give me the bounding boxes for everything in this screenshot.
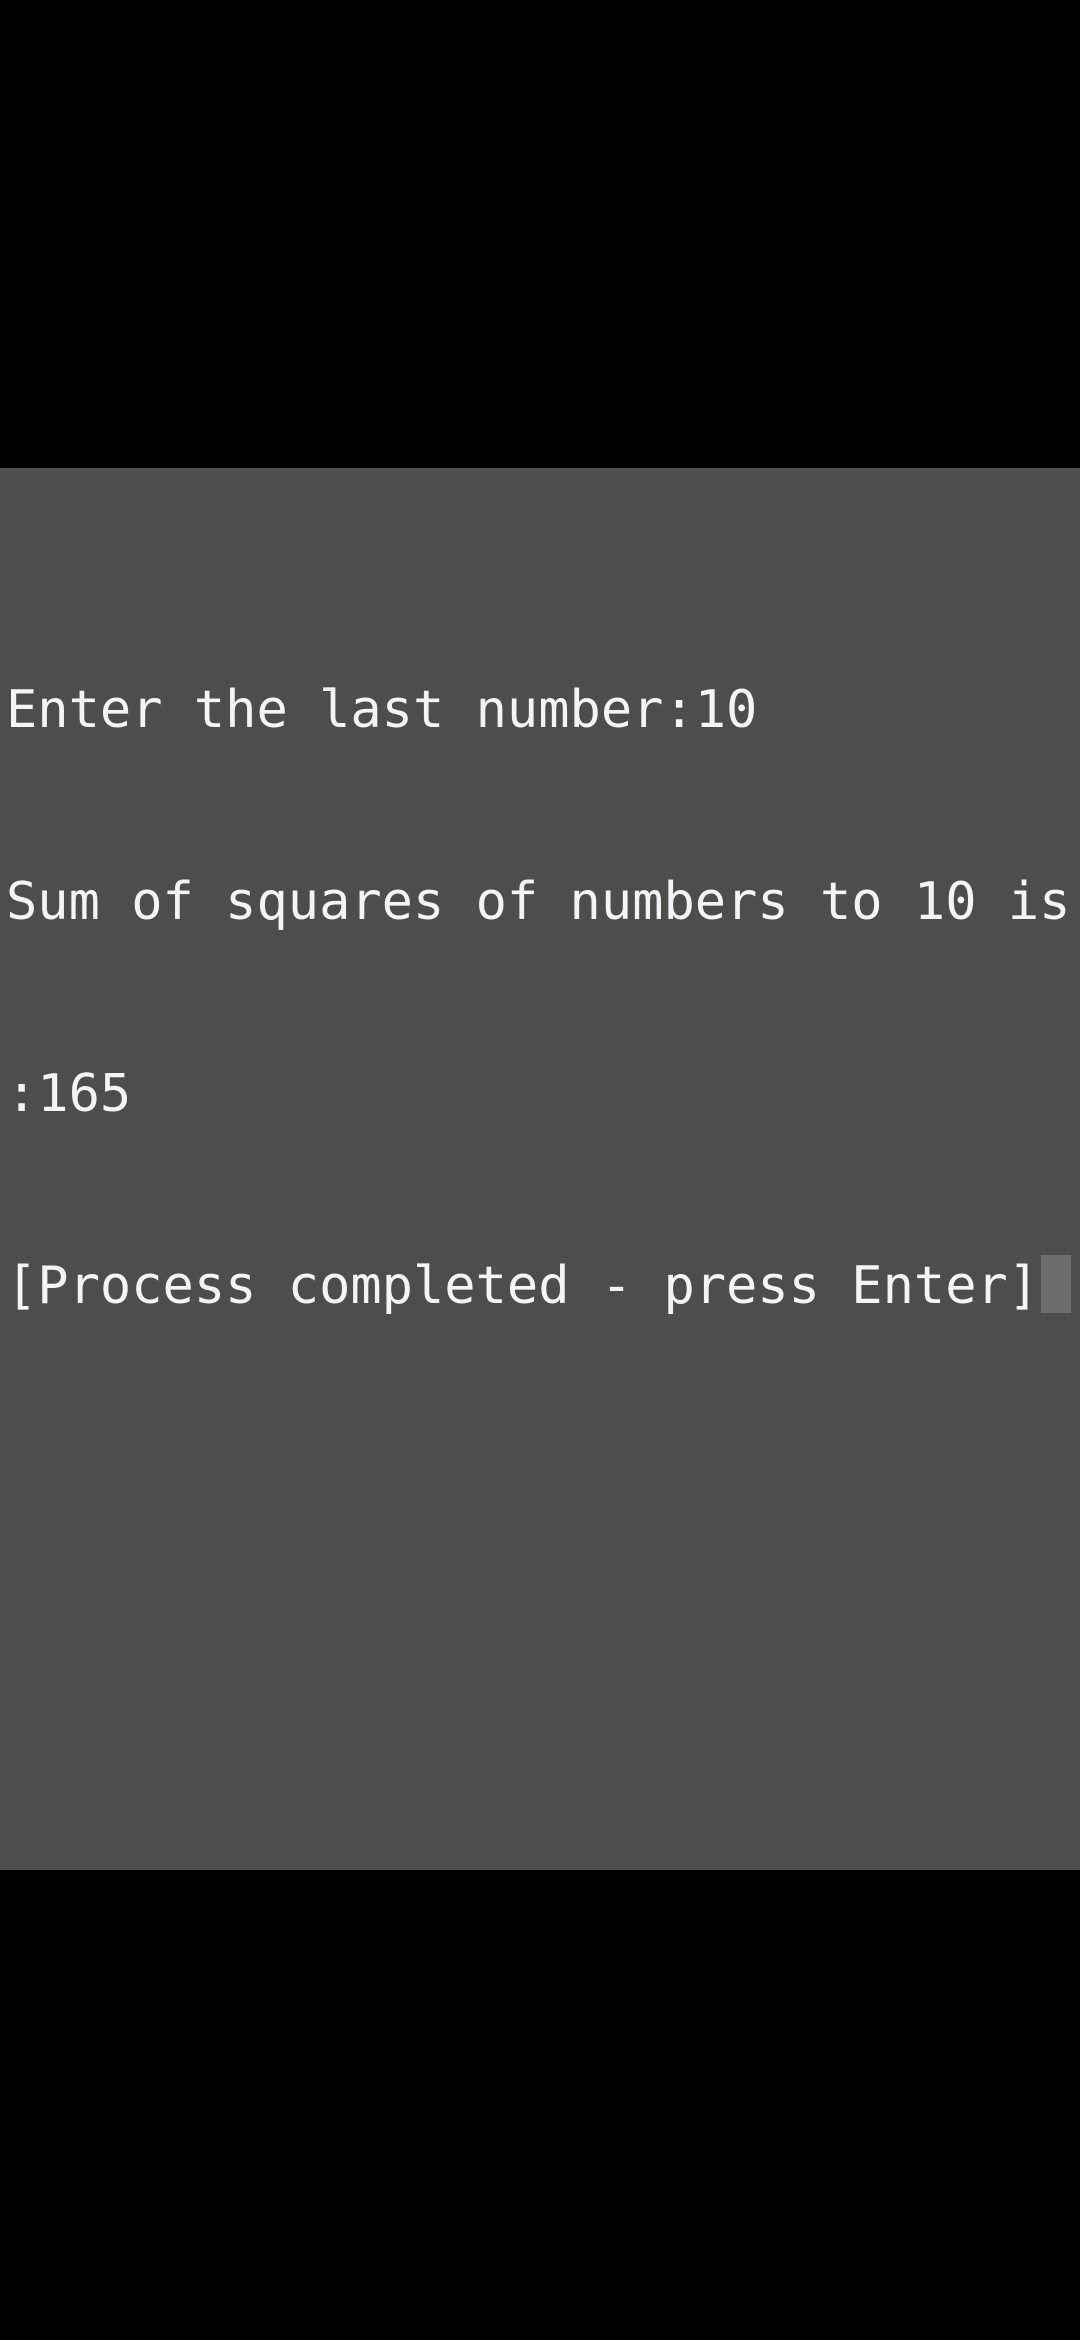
screen: Enter the last number:10 Sum of squares …	[0, 0, 1080, 2340]
terminal-view[interactable]: Enter the last number:10 Sum of squares …	[0, 468, 1080, 1870]
top-black-area	[0, 0, 1080, 468]
output-line-process-status: [Process completed - press Enter]	[6, 1254, 1076, 1318]
process-status-text: [Process completed - press Enter]	[6, 1256, 1040, 1316]
terminal-output: Enter the last number:10 Sum of squares …	[6, 550, 1076, 1446]
output-line-result-label: Sum of squares of numbers to 10 is	[6, 872, 1071, 932]
bottom-black-area	[0, 1870, 1080, 2340]
output-line-result-value: :165	[6, 1064, 132, 1124]
terminal-cursor	[1041, 1255, 1072, 1313]
output-line-prompt: Enter the last number:10	[6, 680, 758, 740]
